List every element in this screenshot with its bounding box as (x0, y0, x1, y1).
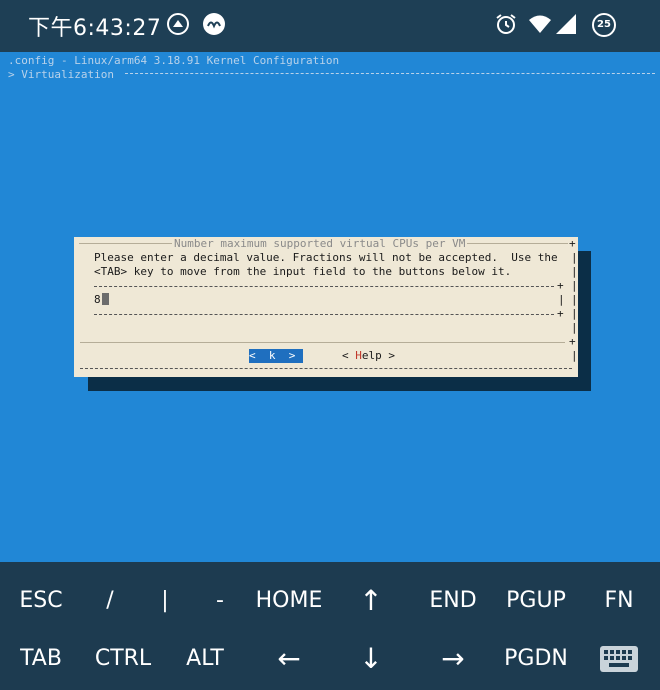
app-icon-1 (166, 12, 190, 36)
wifi-icon (528, 12, 552, 36)
keyboard-icon[interactable] (578, 630, 660, 688)
input-top-border (94, 286, 554, 287)
input-bottom-border (94, 314, 554, 315)
border-bar: | (571, 265, 578, 278)
key-arrow-right[interactable]: → (412, 630, 494, 688)
status-badge: 25 (592, 13, 616, 37)
border-bar: | (571, 251, 578, 264)
key-ctrl[interactable]: CTRL (82, 630, 164, 688)
help-hotkey: H (355, 349, 362, 362)
key-arrow-up[interactable]: ↑ (330, 572, 412, 630)
app-icon-2 (202, 12, 226, 36)
key-pgup[interactable]: PGUP (495, 572, 577, 630)
alarm-icon (494, 12, 518, 36)
help-rest: elp > (361, 349, 395, 362)
breadcrumb: > Virtualization (8, 68, 114, 81)
ok-button[interactable]: < k > (249, 349, 303, 363)
key-arrow-left[interactable]: ← (248, 630, 330, 688)
dialog-bottom-border (80, 368, 572, 369)
border-corner: + (569, 237, 576, 250)
key-alt[interactable]: ALT (164, 630, 246, 688)
border-bar: | (571, 279, 578, 292)
dialog-title: Number maximum supported virtual CPUs pe… (172, 237, 468, 250)
status-bar: 下午6:43:27 25 (0, 0, 660, 52)
key-pgdn[interactable]: PGDN (495, 630, 577, 688)
border-bar: | (571, 349, 578, 362)
input-text: 8 (94, 293, 101, 306)
terminal-screen[interactable]: .config - Linux/arm64 3.18.91 Kernel Con… (0, 52, 660, 562)
help-prefix: < (342, 349, 356, 362)
signal-icon (554, 12, 578, 36)
key-fn[interactable]: FN (578, 572, 660, 630)
border-bar: | (571, 321, 578, 334)
config-header: .config - Linux/arm64 3.18.91 Kernel Con… (8, 54, 340, 67)
status-clock: 下午6:43:27 (28, 16, 162, 41)
dialog-text-line-1: Please enter a decimal value. Fractions … (94, 251, 558, 264)
border-bar: | (558, 293, 565, 306)
border-corner: + (557, 307, 564, 320)
buttons-separator (80, 342, 565, 343)
key-end[interactable]: END (412, 572, 494, 630)
header-rule (125, 73, 655, 74)
extra-keys-bar: ESC / | - HOME ↑ END PGUP FN TAB CTRL AL… (0, 562, 660, 690)
dialog-text-line-2: <TAB> key to move from the input field t… (94, 265, 512, 278)
border-corner: + (569, 335, 576, 348)
key-tab[interactable]: TAB (0, 630, 82, 688)
text-cursor (101, 293, 109, 305)
key-arrow-down[interactable]: ↓ (330, 630, 412, 688)
input-dialog: Number maximum supported virtual CPUs pe… (74, 237, 578, 377)
border-bar: | (571, 293, 578, 306)
border-bar: | (571, 307, 578, 320)
value-input[interactable]: 8 (94, 293, 109, 306)
help-button[interactable]: < Help > (342, 349, 395, 363)
key-home[interactable]: HOME (248, 572, 330, 630)
border-corner: + (557, 279, 564, 292)
